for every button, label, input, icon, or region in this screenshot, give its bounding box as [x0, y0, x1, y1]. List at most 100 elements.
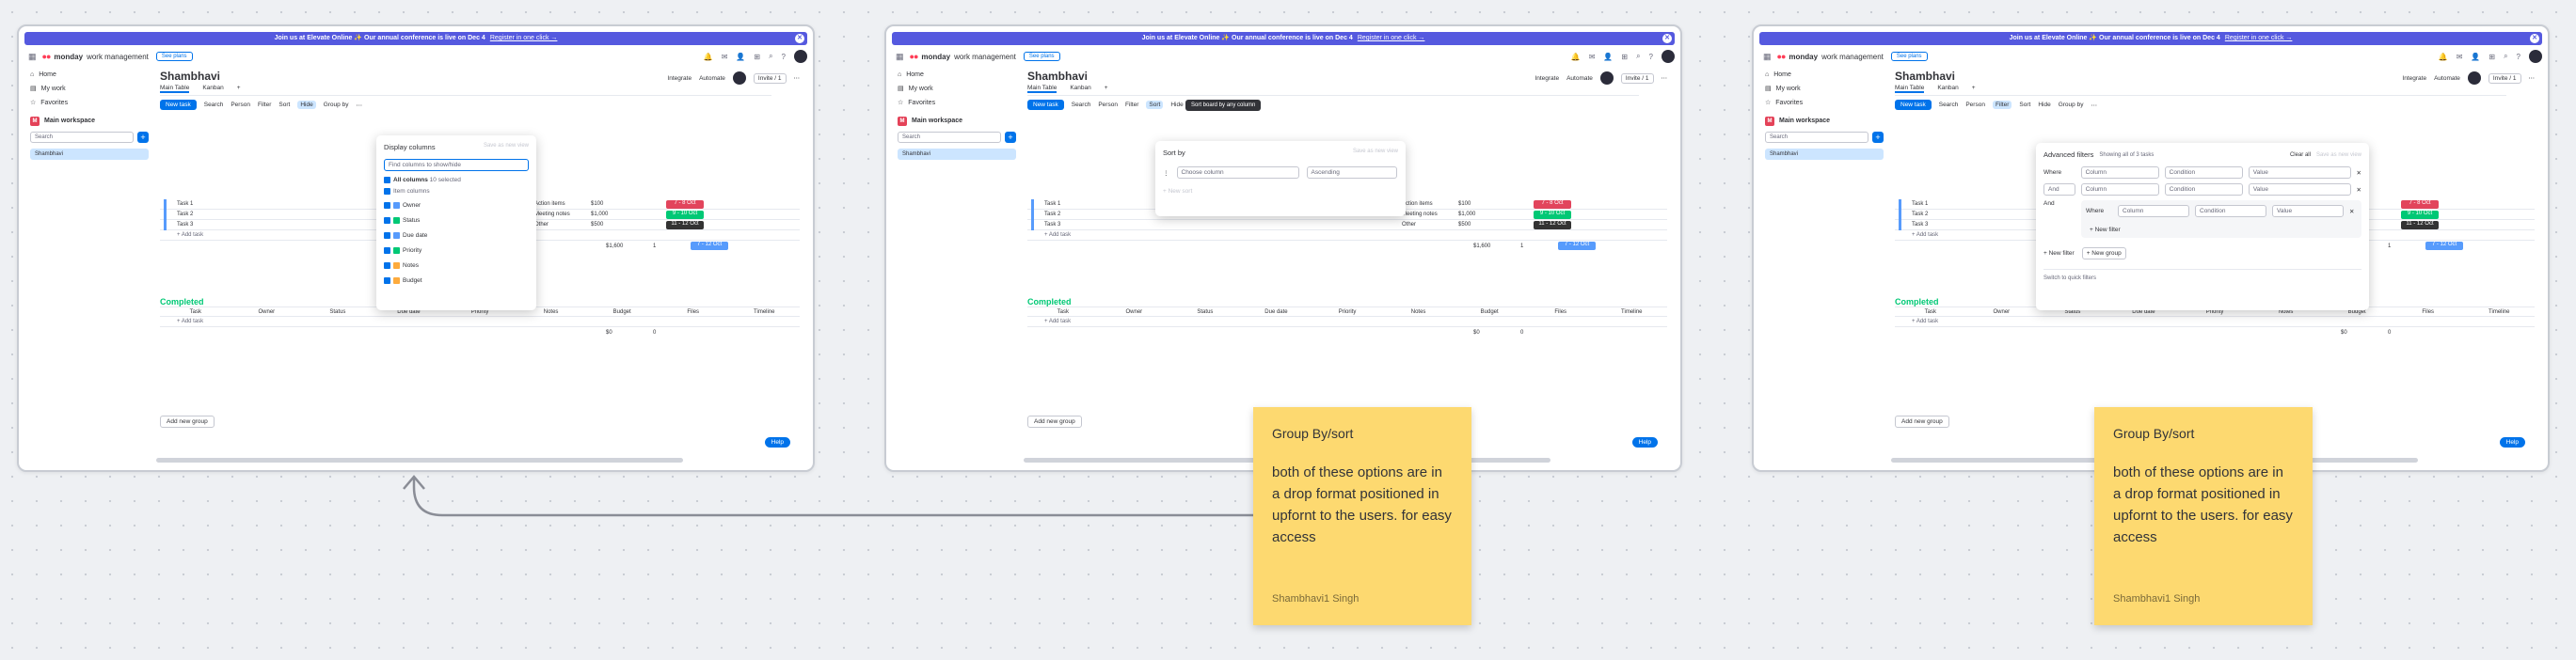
column-search-input[interactable]: Find columns to show/hide: [384, 159, 529, 171]
timeline-cell[interactable]: 11 - 12 Oct: [666, 220, 704, 229]
table-row[interactable]: Task 3 Other$500 11 - 12 Oct: [1027, 220, 1667, 230]
avatar[interactable]: [794, 50, 807, 63]
column-header[interactable]: Files: [2393, 309, 2464, 315]
more-icon[interactable]: ⋯: [356, 102, 362, 109]
tab-kanban[interactable]: Kanban: [1937, 85, 1958, 93]
add-new-group-button[interactable]: Add new group: [1027, 416, 1082, 428]
filter-button[interactable]: Filter: [1125, 102, 1138, 108]
budget-cell[interactable]: $1,000: [591, 212, 647, 217]
column-header[interactable]: Owner: [1099, 309, 1170, 315]
search-button[interactable]: Search: [204, 102, 224, 108]
integrate-button[interactable]: Integrate: [667, 75, 692, 82]
see-plans-button[interactable]: See plans: [1890, 52, 1928, 61]
new-task-button[interactable]: New task: [1027, 100, 1064, 110]
filter-operator-select[interactable]: And: [2043, 183, 2075, 196]
add-task-row[interactable]: + Add task: [160, 317, 800, 327]
notes-cell[interactable]: Action items: [534, 201, 591, 207]
timeline-cell[interactable]: 9 - 10 Oct: [666, 210, 704, 219]
sidebar-item-board[interactable]: Shambhavi: [898, 149, 1016, 160]
bell-icon[interactable]: 🔔: [2439, 53, 2448, 61]
add-new-group-button[interactable]: Add new group: [1895, 416, 1949, 428]
tab-kanban[interactable]: Kanban: [1070, 85, 1090, 93]
apps-grid-icon[interactable]: ▦: [896, 52, 904, 62]
tab-main-table[interactable]: Main Table: [1895, 85, 1925, 93]
checkbox[interactable]: [384, 247, 390, 255]
sidebar-item-my-work[interactable]: ▤ My work: [892, 82, 1022, 96]
search-icon[interactable]: ⌕: [1636, 52, 1640, 61]
save-view-button[interactable]: Save as new view: [484, 143, 529, 151]
new-filter-in-group-button[interactable]: + New filter: [2090, 227, 2357, 233]
invite-icon[interactable]: 👤: [1603, 53, 1613, 61]
checkbox[interactable]: [384, 177, 390, 183]
inbox-icon[interactable]: ✉: [2457, 53, 2463, 61]
add-task-row[interactable]: + Add task: [1027, 230, 1667, 241]
help-button[interactable]: Help: [764, 437, 790, 448]
task-name[interactable]: Task 3: [177, 222, 309, 228]
hide-button[interactable]: Hide: [1170, 102, 1183, 108]
sidebar-workspace[interactable]: M Main workspace: [1759, 114, 1889, 128]
filter-button[interactable]: Filter: [1992, 101, 2012, 109]
checkbox[interactable]: [384, 202, 390, 210]
sidebar-item-my-work[interactable]: ▤ My work: [24, 82, 154, 96]
invite-button[interactable]: Invite / 1: [2488, 72, 2521, 84]
logo[interactable]: ●● monday work management: [1777, 52, 1884, 61]
checkbox[interactable]: [384, 217, 390, 225]
checkbox[interactable]: [384, 232, 390, 240]
new-task-button[interactable]: New task: [160, 100, 197, 110]
sidebar-workspace[interactable]: M Main workspace: [892, 114, 1022, 128]
add-icon[interactable]: +: [1005, 132, 1016, 143]
filter-condition-select[interactable]: Condition: [2164, 183, 2243, 196]
new-filter-button[interactable]: + New filter: [2043, 250, 2075, 257]
sidebar-item-home[interactable]: ⌂ Home: [1759, 68, 1889, 82]
timeline-cell[interactable]: 9 - 10 Oct: [2401, 210, 2439, 219]
drag-handle-icon[interactable]: ⋮: [1163, 169, 1169, 177]
search-button[interactable]: Search: [1939, 102, 1959, 108]
timeline-cell[interactable]: 7 - 8 Oct: [2401, 199, 2439, 209]
more-icon[interactable]: ⋯: [794, 74, 801, 82]
horizontal-scrollbar[interactable]: [156, 458, 683, 463]
column-header[interactable]: Budget: [1454, 309, 1525, 315]
sidebar-workspace[interactable]: M Main workspace: [24, 114, 154, 128]
quick-filters-link[interactable]: Switch to quick filters: [2043, 269, 2361, 281]
sidebar-item-board[interactable]: Shambhavi: [30, 149, 149, 160]
notes-cell[interactable]: Meeting notes: [1402, 212, 1458, 217]
column-header[interactable]: Notes: [1383, 309, 1455, 315]
apps-icon[interactable]: ⊞: [2489, 53, 2495, 61]
sidebar-item-home[interactable]: ⌂ Home: [24, 68, 154, 82]
tab-main-table[interactable]: Main Table: [160, 85, 190, 93]
save-view-button[interactable]: Save as new view: [1353, 149, 1398, 157]
timeline-cell[interactable]: 11 - 12 Oct: [2401, 220, 2439, 229]
add-view-icon[interactable]: +: [1105, 85, 1108, 93]
more-icon[interactable]: ⋯: [2529, 74, 2536, 82]
checkbox[interactable]: [384, 262, 390, 270]
new-sort-button[interactable]: + New sort: [1163, 188, 1398, 195]
apps-grid-icon[interactable]: ▦: [1763, 52, 1772, 62]
column-header[interactable]: Task: [1027, 309, 1099, 315]
person-button[interactable]: Person: [1965, 102, 1985, 108]
avatar[interactable]: [2529, 50, 2542, 63]
task-name[interactable]: Task 1: [177, 201, 309, 207]
inbox-icon[interactable]: ✉: [722, 53, 728, 61]
sidebar-item-my-work[interactable]: ▤ My work: [1759, 82, 1889, 96]
avatar[interactable]: [1599, 71, 1614, 85]
column-header[interactable]: Priority: [1312, 309, 1383, 315]
group-by-button[interactable]: Group by: [2059, 102, 2084, 108]
column-option[interactable]: Status: [384, 213, 529, 228]
sidebar-item-favorites[interactable]: ☆ Favorites: [1759, 96, 1889, 110]
close-icon[interactable]: ✕: [2530, 34, 2539, 43]
apps-icon[interactable]: ⊞: [754, 53, 760, 61]
delete-icon[interactable]: ✕: [2349, 208, 2354, 215]
filter-column-select[interactable]: Column: [2118, 205, 2189, 217]
new-task-button[interactable]: New task: [1895, 100, 1932, 110]
logo[interactable]: ●● monday work management: [42, 52, 149, 61]
column-header[interactable]: Status: [302, 309, 374, 315]
more-icon[interactable]: ⋯: [1662, 74, 1668, 82]
search-button[interactable]: Search: [1072, 102, 1091, 108]
search-icon[interactable]: ⌕: [769, 52, 772, 61]
help-button[interactable]: Help: [1631, 437, 1658, 448]
column-header[interactable]: Timeline: [1597, 309, 1668, 315]
column-option[interactable]: Priority: [384, 244, 529, 259]
filter-button[interactable]: Filter: [258, 102, 271, 108]
page-title[interactable]: Shambhavi: [160, 70, 220, 83]
sidebar-search-input[interactable]: Search: [1765, 132, 1868, 143]
